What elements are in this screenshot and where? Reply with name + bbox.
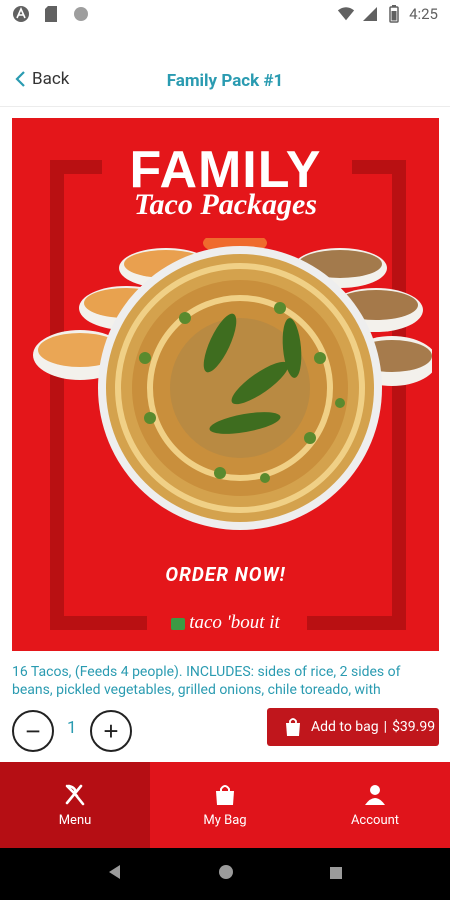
app-notification-icon — [12, 5, 30, 23]
add-to-bag-label: Add to bag — [311, 719, 379, 735]
brand-logo: taco 'bout it — [12, 612, 439, 634]
app-header: Back Family Pack #1 — [0, 60, 450, 102]
quantity-value: 1 — [67, 718, 77, 738]
increase-quantity-button[interactable]: + — [90, 710, 132, 752]
decrease-quantity-button[interactable]: − — [12, 710, 54, 752]
wifi-icon — [337, 5, 355, 23]
nav-account-label: Account — [350, 812, 400, 828]
taco-platter-illustration — [33, 238, 432, 530]
back-label: Back — [32, 69, 70, 89]
quantity-bar: − 1 + Add to bag | $39.99 — [0, 700, 450, 758]
shopping-bag-icon — [216, 784, 234, 805]
nav-item-account[interactable]: Account — [300, 762, 450, 848]
status-time: 4:25 — [409, 5, 438, 23]
brand-name: taco 'bout it — [189, 612, 280, 633]
price-separator: | — [383, 719, 388, 735]
back-button[interactable]: Back — [14, 69, 69, 89]
bottom-nav: Menu My Bag Account — [0, 762, 450, 848]
home-circle-icon[interactable] — [218, 864, 234, 884]
plus-icon: + — [103, 715, 119, 746]
system-nav-bar — [0, 848, 450, 900]
circle-notification-icon — [72, 5, 90, 23]
header-divider — [0, 106, 450, 107]
nav-item-my-bag[interactable]: My Bag — [150, 762, 300, 848]
brand-flag-icon — [171, 617, 186, 630]
promo-subtitle: Taco Packages — [133, 188, 318, 221]
shopping-bag-icon — [286, 718, 300, 736]
cell-signal-icon — [361, 5, 379, 23]
minus-icon: − — [25, 715, 41, 746]
sd-card-icon — [42, 5, 60, 23]
price: $39.99 — [392, 719, 436, 735]
product-description: 16 Tacos, (Feeds 4 people). INCLUDES: si… — [12, 664, 401, 697]
nav-item-menu[interactable]: Menu — [0, 762, 150, 848]
fork-knife-icon — [65, 784, 85, 805]
status-bar: 4:25 — [0, 0, 450, 28]
nav-my-bag-label: My Bag — [203, 812, 247, 828]
person-icon — [365, 784, 385, 805]
product-image: FAMILY Taco Packages ORDER NOW! taco 'bo… — [12, 118, 439, 651]
battery-icon — [385, 5, 403, 23]
nav-menu-label: Menu — [58, 812, 92, 828]
back-triangle-icon[interactable] — [107, 864, 123, 884]
add-to-bag-button[interactable]: Add to bag | $39.99 — [267, 708, 439, 746]
recents-square-icon[interactable] — [329, 865, 343, 884]
order-now-text: ORDER NOW! — [165, 563, 286, 586]
chevron-left-icon — [15, 71, 25, 87]
